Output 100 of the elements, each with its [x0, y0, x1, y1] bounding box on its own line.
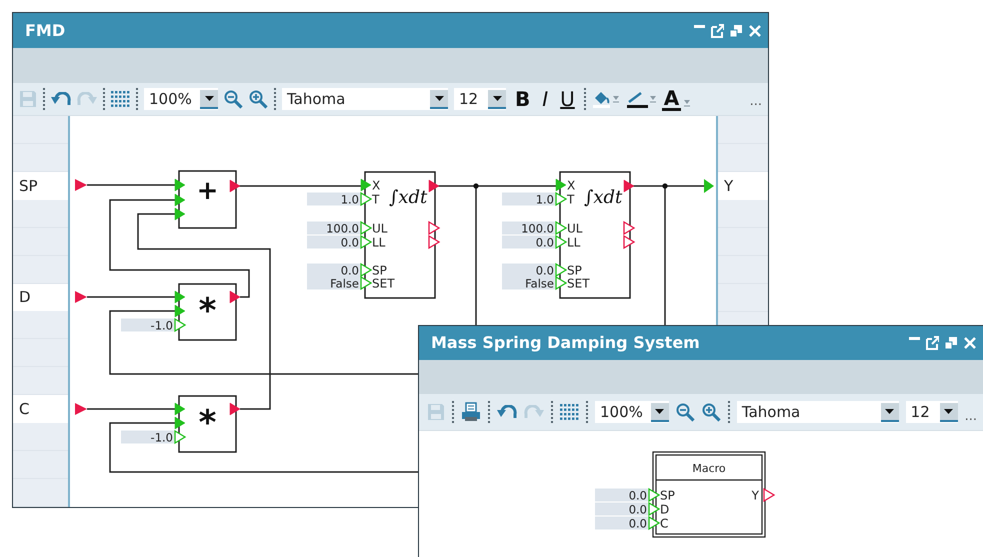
parameter-value: False [502, 276, 555, 290]
input-port-label: D [13, 284, 68, 312]
port-label: X [567, 178, 576, 192]
zoom-dropdown[interactable]: 100% [144, 88, 218, 110]
parameter-value: 1.0 [307, 192, 360, 206]
parameter-value: 0.0 [595, 516, 648, 530]
empty-port-row [13, 228, 68, 256]
caret-icon [650, 402, 669, 422]
window-title: FMD [25, 20, 66, 42]
port-label: T [567, 192, 574, 206]
junction-dot [473, 183, 479, 189]
port-label: LL [372, 236, 386, 250]
zoom-out-button[interactable] [676, 402, 695, 422]
zoom-in-button[interactable] [249, 90, 268, 108]
empty-port-row [13, 256, 68, 284]
parameter-value: 100.0 [502, 222, 555, 236]
close-button[interactable] [748, 24, 762, 38]
port-label: SP [660, 488, 675, 502]
bold-button[interactable]: B [512, 89, 534, 109]
output-arrow-icon [75, 403, 87, 415]
port-label: Y [752, 488, 759, 502]
parameter-value: 0.0 [307, 236, 360, 250]
caret-icon [200, 90, 218, 108]
parameter-value: 0.0 [502, 264, 555, 278]
block-symbol: * [198, 291, 216, 331]
parameter-value: 100.0 [307, 222, 360, 236]
underline-button[interactable]: U [557, 89, 578, 109]
port-label: UL [372, 222, 388, 236]
parameter-value: 0.0 [502, 236, 555, 250]
grid-button[interactable] [111, 91, 130, 107]
undo-button[interactable] [51, 92, 71, 106]
integral-symbol: ∫xdt [389, 187, 428, 208]
line-color-button[interactable] [626, 90, 656, 108]
block-symbol: + [196, 176, 218, 206]
output-arrow-icon [75, 291, 87, 303]
empty-port-row [13, 339, 68, 368]
pop-out-button[interactable] [925, 336, 939, 350]
empty-port-row [13, 478, 68, 507]
product-block [178, 395, 237, 453]
font-dropdown[interactable]: Tahoma [736, 401, 899, 423]
caret-icon [940, 402, 958, 422]
block-symbol: * [198, 403, 216, 443]
port-label: SP [567, 264, 582, 278]
font-color-button[interactable]: A [662, 88, 690, 110]
restore-button[interactable] [729, 24, 743, 38]
grid-button[interactable] [560, 404, 579, 420]
minimize-button[interactable] [694, 24, 705, 28]
integral-symbol: ∫xdt [584, 187, 622, 208]
empty-port-row [13, 423, 68, 452]
restore-button[interactable] [944, 336, 958, 350]
empty-port-row [13, 451, 68, 479]
parameter-value: False [307, 276, 360, 290]
empty-port-row [13, 200, 68, 228]
empty-port-row [718, 256, 768, 284]
port-label: SET [372, 276, 395, 290]
font-dropdown[interactable]: Tahoma [282, 88, 448, 110]
pop-out-button[interactable] [710, 24, 724, 38]
more-button[interactable]: ... [750, 92, 762, 115]
port-label: X [372, 178, 380, 192]
font-size-dropdown[interactable]: 12 [454, 88, 506, 110]
port-label: LL [567, 236, 580, 250]
sum-block [178, 170, 237, 229]
close-button[interactable] [963, 336, 977, 350]
port-label: SET [567, 276, 590, 290]
parameter-value: -1.0 [121, 430, 174, 444]
port-label: D [660, 502, 670, 516]
zoom-dropdown[interactable]: 100% [595, 401, 669, 423]
junction-dot [662, 183, 668, 189]
input-arrow-icon [704, 179, 714, 193]
undo-button[interactable] [497, 405, 517, 419]
zoom-in-button[interactable] [702, 402, 721, 422]
empty-port-row [718, 228, 768, 256]
output-arrow-icon [75, 179, 87, 191]
port-label: C [660, 516, 668, 530]
empty-port-row [718, 200, 768, 228]
empty-port-row [718, 144, 768, 172]
font-size-dropdown[interactable]: 12 [906, 401, 958, 423]
caret-icon [488, 90, 506, 108]
empty-port-row [13, 367, 68, 396]
caret-icon [430, 90, 448, 108]
parameter-value: -1.0 [121, 318, 174, 332]
empty-port-row [13, 144, 68, 172]
parameter-value: 0.0 [595, 502, 648, 516]
parameter-value: 0.0 [307, 264, 360, 278]
parameter-value: 1.0 [502, 192, 555, 206]
product-block [178, 283, 237, 341]
port-label: SP [372, 264, 387, 278]
parameter-value: 0.0 [595, 488, 648, 502]
print-button[interactable] [461, 402, 481, 422]
fill-color-button[interactable] [592, 90, 620, 108]
empty-port-row [13, 311, 68, 340]
zoom-out-button[interactable] [224, 90, 243, 108]
port-label: T [372, 192, 380, 206]
caret-icon [880, 402, 899, 422]
block-title: Macro [692, 462, 726, 475]
more-button[interactable]: ... [964, 406, 977, 430]
window-title: Mass Spring Damping System [431, 332, 700, 354]
italic-button[interactable]: I [539, 89, 552, 109]
port-label: UL [567, 222, 582, 236]
caret-icon [684, 100, 690, 106]
